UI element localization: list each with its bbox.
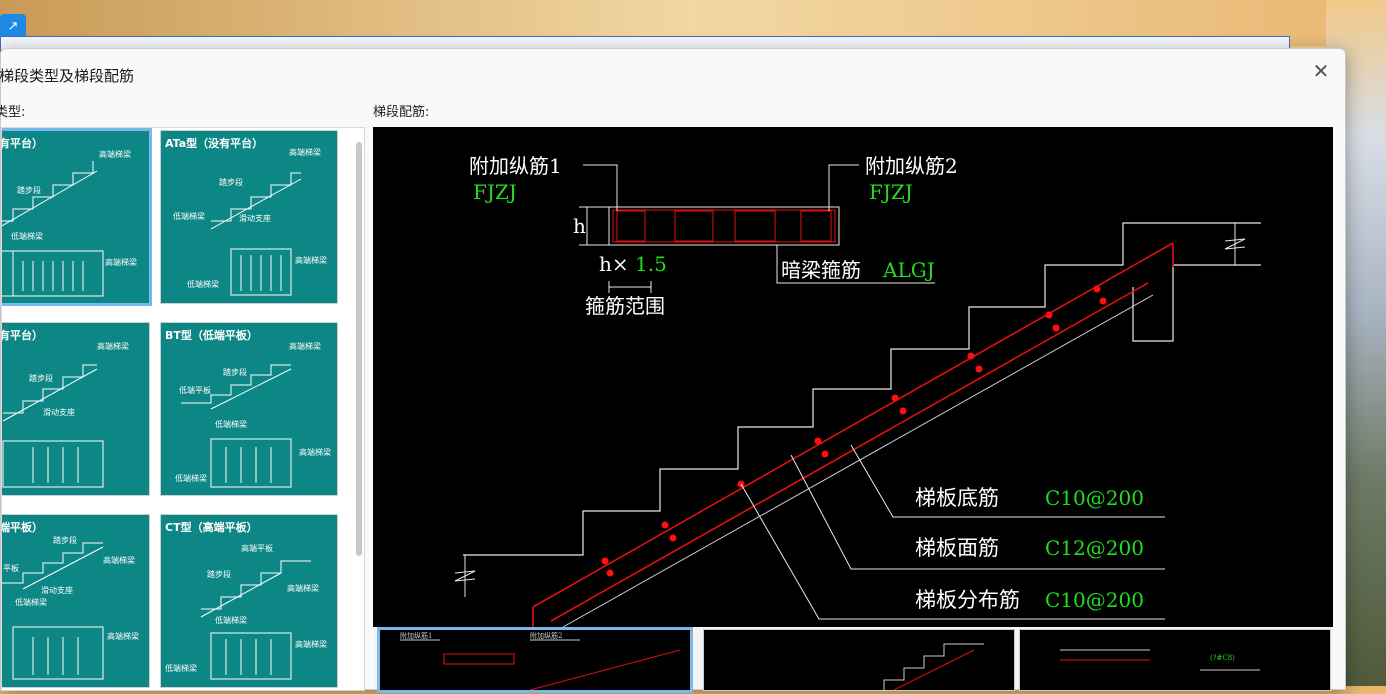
rebar-preview-2[interactable] bbox=[703, 629, 1015, 691]
thumb-label: 高端梯梁 bbox=[299, 448, 331, 457]
rebar-preview-drawing: (?#C8) bbox=[1060, 649, 1260, 671]
rebar-preview-3[interactable]: (?#C8) bbox=[1019, 629, 1331, 691]
stair-type-thumb-ct[interactable]: CT型（高端平板） 高端平板 踏步段 高端梯梁 低端梯梁 高端梯梁 低端梯梁 bbox=[160, 514, 338, 688]
top-rebar-value: C12@200 bbox=[1045, 536, 1144, 560]
thumb-label: 滑动支座 bbox=[41, 586, 73, 595]
thumb-label: 踏步段 bbox=[17, 186, 41, 195]
thumb-label: 低端梯梁 bbox=[173, 212, 205, 221]
thumb-label: 踏步段 bbox=[223, 368, 247, 377]
app-icon[interactable]: ↗ bbox=[0, 14, 26, 38]
stair-type-thumb-drawing bbox=[200, 560, 311, 680]
stirrup-range-label: 箍筋范围 bbox=[585, 294, 665, 318]
top-rebar-label: 梯板面筋 bbox=[915, 536, 999, 560]
add-rebar-2-label: 附加纵筋2 bbox=[865, 154, 958, 178]
dist-rebar-label: 梯板分布筋 bbox=[915, 588, 1020, 612]
rebar-preview-strip: 附加纵筋1 附加纵筋2 (?#C8) bbox=[373, 627, 1333, 693]
thumb-label: 高端平板 bbox=[241, 544, 273, 553]
dialog-title: 梯段类型及梯段配筋 bbox=[0, 67, 135, 85]
h-label: h bbox=[573, 214, 586, 238]
svg-text:附加纵筋2: 附加纵筋2 bbox=[530, 631, 562, 640]
thumb-label: 踏步段 bbox=[29, 374, 53, 383]
thumb-label: 低端梯梁 bbox=[15, 598, 47, 607]
stair-type-list[interactable]: （没有平台） 高端梯梁 踏步段 低端梯梁 高端梯梁 ATa型（没有平台） bbox=[1, 127, 365, 691]
thumb-label: 高端梯梁 bbox=[289, 148, 321, 157]
hidden-beam-stirrup-code: ALGJ bbox=[882, 258, 935, 282]
thumb-label: 踏步段 bbox=[53, 536, 77, 545]
thumb-label: 踏步段 bbox=[207, 570, 231, 579]
rebar-preview-drawing: 附加纵筋1 附加纵筋2 bbox=[400, 631, 681, 691]
stair-type-thumb-c[interactable]: （低端平板） 踏步段 高端梯梁 平板 滑动支座 低端梯梁 高端梯梁 bbox=[2, 514, 150, 688]
thumb-label: 高端梯梁 bbox=[295, 256, 327, 265]
add-rebar-1-code: FJZJ bbox=[473, 180, 517, 204]
h-factor-value: 1.5 bbox=[635, 252, 667, 276]
svg-text:附加纵筋1: 附加纵筋1 bbox=[400, 631, 432, 640]
hidden-beam-stirrup-label: 暗梁箍筋 bbox=[781, 258, 861, 282]
svg-text:(?#C8): (?#C8) bbox=[1210, 654, 1235, 662]
type-label: 类型: bbox=[0, 105, 26, 120]
close-icon[interactable]: ✕ bbox=[1309, 59, 1333, 83]
stair-type-thumb-ata[interactable]: ATa型（没有平台） 高端梯梁 踏步段 低端梯梁 滑动支座 高端梯梁 低端梯梁 bbox=[160, 130, 338, 304]
thumb-label: 高端梯梁 bbox=[97, 342, 129, 351]
add-rebar-2-code: FJZJ bbox=[869, 180, 913, 204]
thumb-label: 高端梯梁 bbox=[103, 556, 135, 565]
thumb-label: 低端平板 bbox=[179, 386, 211, 395]
thumb-label: 滑动支座 bbox=[239, 214, 271, 223]
thumb-label: 高端梯梁 bbox=[107, 632, 139, 641]
thumb-label: 高端梯梁 bbox=[289, 342, 321, 351]
stair-type-thumb-at[interactable]: （没有平台） 高端梯梁 踏步段 低端梯梁 高端梯梁 bbox=[2, 128, 152, 306]
rebar-label: 梯段配筋: bbox=[373, 105, 430, 120]
add-rebar-1-label: 附加纵筋1 bbox=[469, 154, 562, 178]
thumb-label: 踏步段 bbox=[219, 178, 243, 187]
dist-rebar-value: C10@200 bbox=[1045, 588, 1144, 612]
stair-type-dialog: 梯段类型及梯段配筋 ✕ 类型: 梯段配筋: （没有平台） 高端梯梁 踏步段 低端… bbox=[0, 48, 1346, 693]
rebar-diagram: 附加纵筋1 FJZJ 附加纵筋2 FJZJ h h× 1.5 箍筋范围 暗梁箍筋… bbox=[454, 154, 1261, 628]
bottom-rebar-label: 梯板底筋 bbox=[915, 486, 999, 510]
thumb-label: 平板 bbox=[3, 564, 19, 573]
thumb-label: 高端梯梁 bbox=[105, 258, 137, 267]
stair-type-thumb-b[interactable]: （没有平台） 高端梯梁 踏步段 滑动支座 bbox=[2, 322, 150, 496]
rebar-preview-1[interactable]: 附加纵筋1 附加纵筋2 bbox=[377, 627, 693, 693]
rebar-preview-drawing bbox=[883, 643, 984, 691]
h-factor-prefix: h× bbox=[599, 252, 629, 276]
thumb-label: 低端梯梁 bbox=[175, 474, 207, 483]
thumb-label: 低端梯梁 bbox=[215, 420, 247, 429]
thumb-label: 低端梯梁 bbox=[165, 664, 197, 673]
thumb-label: 高端梯梁 bbox=[295, 640, 327, 649]
thumb-label: 低端梯梁 bbox=[187, 280, 219, 289]
scrollbar-thumb[interactable] bbox=[356, 142, 362, 556]
bottom-rebar-value: C10@200 bbox=[1045, 486, 1144, 510]
thumb-label: 滑动支座 bbox=[43, 408, 75, 417]
thumb-label: 高端梯梁 bbox=[99, 150, 131, 159]
thumb-label: 低端梯梁 bbox=[11, 232, 43, 241]
thumb-label: 高端梯梁 bbox=[287, 584, 319, 593]
stair-type-thumb-bt[interactable]: BT型（低端平板） 高端梯梁 踏步段 低端平板 低端梯梁 高端梯梁 低端梯梁 bbox=[160, 322, 338, 496]
thumb-label: 低端梯梁 bbox=[215, 616, 247, 625]
rebar-diagram-view: 附加纵筋1 FJZJ 附加纵筋2 FJZJ h h× 1.5 箍筋范围 暗梁箍筋… bbox=[373, 127, 1333, 628]
